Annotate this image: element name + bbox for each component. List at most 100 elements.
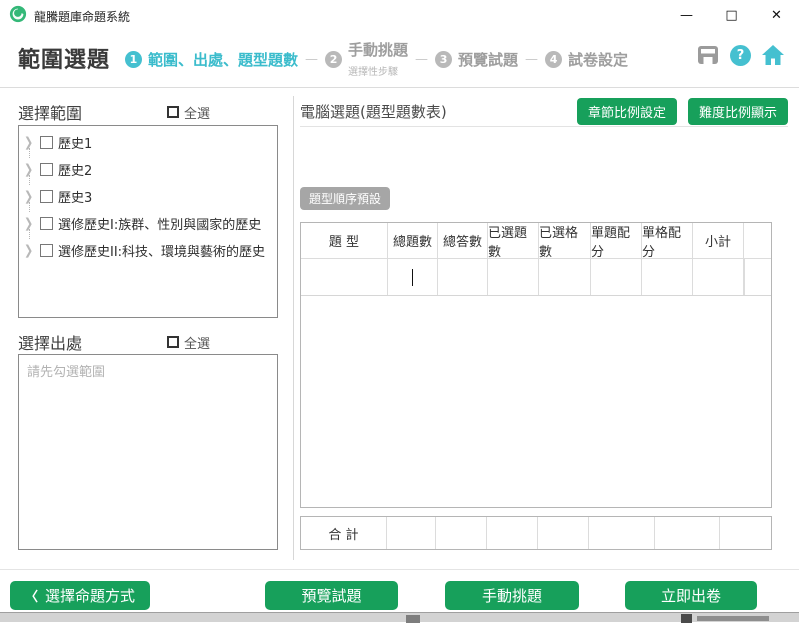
- step-3[interactable]: 3 預覽試題: [435, 49, 518, 70]
- source-select-all-label: 全選: [184, 333, 210, 352]
- col-header-type: 題 型: [301, 223, 388, 258]
- header: 範圍選題 1 範圍、出處、題型題數 — 2 手動挑題 選擇性步驟 — 3 預覽試…: [0, 30, 799, 88]
- step-4-circle: 4: [545, 51, 562, 68]
- step-2-circle: 2: [325, 51, 342, 68]
- step-connector: —: [415, 52, 428, 67]
- tree-item-history2[interactable]: ❯ 歷史2: [24, 156, 277, 183]
- source-select-all-checkbox[interactable]: [167, 336, 179, 348]
- home-icon[interactable]: [761, 43, 785, 67]
- expand-arrow-icon[interactable]: ❯: [24, 243, 35, 259]
- background-window-fragment: [697, 616, 769, 621]
- total-cell: [487, 517, 538, 549]
- preview-exam-button[interactable]: 預覽試題: [265, 581, 398, 610]
- expand-arrow-icon[interactable]: ❯: [24, 135, 35, 151]
- main-title: 電腦選題(題型題數表): [300, 101, 447, 122]
- step-1-circle: 1: [125, 51, 142, 68]
- expand-arrow-icon[interactable]: ❯: [24, 189, 35, 205]
- total-cell: [655, 517, 720, 549]
- chapter-ratio-button[interactable]: 章節比例設定: [577, 98, 677, 125]
- expand-arrow-icon[interactable]: ❯: [24, 162, 35, 178]
- tree-item-history1[interactable]: ❯ 歷史1: [24, 129, 277, 156]
- tree-item-history3[interactable]: ❯ 歷史3: [24, 183, 277, 210]
- range-select-all[interactable]: 全選: [167, 103, 210, 122]
- range-tree: ❯ 歷史1 ❯ 歷史2 ❯ 歷史3 ❯ 選修歷史I:族群、性別與國家的歷史 ❯ …: [18, 125, 278, 318]
- total-cell: [720, 517, 771, 549]
- table-cell[interactable]: [744, 259, 745, 295]
- table-total-row: 合 計: [300, 516, 772, 550]
- step-2-label: 手動挑題: [348, 39, 408, 60]
- tree-checkbox[interactable]: [40, 244, 53, 257]
- table-cell[interactable]: [488, 259, 539, 295]
- background-window-edge: [0, 612, 799, 622]
- tree-checkbox[interactable]: [40, 217, 53, 230]
- generate-exam-button[interactable]: 立即出卷: [625, 581, 757, 610]
- step-1-label: 範圍、出處、題型題數: [148, 49, 298, 70]
- table-cell[interactable]: [642, 259, 693, 295]
- step-3-label: 預覽試題: [458, 49, 518, 70]
- col-header-total-answers: 總答數: [438, 223, 488, 258]
- table-cell[interactable]: [591, 259, 642, 295]
- col-header-extra: [744, 223, 771, 258]
- step-2[interactable]: 2 手動挑題 選擇性步驟: [325, 39, 408, 79]
- tree-item-elective1[interactable]: ❯ 選修歷史I:族群、性別與國家的歷史: [24, 210, 277, 237]
- close-button[interactable]: ✕: [754, 0, 799, 30]
- total-cell: [589, 517, 655, 549]
- app-title: 龍騰題庫命題系統: [34, 8, 130, 25]
- step-3-circle: 3: [435, 51, 452, 68]
- tree-item-elective2[interactable]: ❯ 選修歷史II:科技、環境與藝術的歷史: [24, 237, 277, 264]
- source-select-all[interactable]: 全選: [167, 333, 210, 352]
- step-1[interactable]: 1 範圍、出處、題型題數: [125, 49, 298, 70]
- page-title: 範圍選題: [18, 42, 110, 74]
- maximize-button[interactable]: □: [709, 0, 754, 30]
- table-cell[interactable]: [301, 259, 388, 295]
- step-4-label: 試卷設定: [568, 49, 628, 70]
- title-bar: 龍騰題庫命題系統 — □ ✕: [0, 0, 799, 30]
- footer-bar: 〈 選擇命題方式 預覽試題 手動挑題 立即出卷: [0, 569, 799, 612]
- total-cell: [387, 517, 436, 549]
- table-row: [301, 259, 771, 296]
- expand-arrow-icon[interactable]: ❯: [24, 216, 35, 232]
- question-type-table: 題 型 總題數 總答數 已選題數 已選格數 單題配分 單格配分 小計: [300, 222, 772, 508]
- total-label: 合 計: [301, 517, 387, 549]
- help-icon[interactable]: ?: [730, 45, 751, 66]
- col-header-selected-blanks: 已選格數: [539, 223, 591, 258]
- app-window: 龍騰題庫命題系統 — □ ✕ 範圍選題 1 範圍、出處、題型題數 — 2 手動挑…: [0, 0, 799, 622]
- source-list[interactable]: 請先勾選範圍: [18, 354, 278, 550]
- app-logo-icon: [9, 5, 27, 23]
- type-order-badge[interactable]: 題型順序預設: [300, 187, 390, 210]
- window-controls: — □ ✕: [664, 0, 799, 30]
- range-select-all-checkbox[interactable]: [167, 106, 179, 118]
- difficulty-ratio-button[interactable]: 難度比例顯示: [688, 98, 788, 125]
- source-placeholder: 請先勾選範圍: [27, 365, 105, 380]
- range-section-title: 選擇範圍: [18, 100, 82, 124]
- source-section-title: 選擇出處: [18, 330, 82, 354]
- step-2-sublabel: 選擇性步驟: [348, 67, 398, 78]
- chevron-left-icon: 〈: [25, 586, 38, 605]
- step-4[interactable]: 4 試卷設定: [545, 49, 628, 70]
- col-header-points-per-question: 單題配分: [591, 223, 642, 258]
- col-header-points-per-blank: 單格配分: [642, 223, 693, 258]
- table-cell[interactable]: [539, 259, 591, 295]
- table-header-row: 題 型 總題數 總答數 已選題數 已選格數 單題配分 單格配分 小計: [301, 223, 771, 259]
- range-select-all-label: 全選: [184, 103, 210, 122]
- col-header-total-questions: 總題數: [388, 223, 438, 258]
- total-cell: [436, 517, 487, 549]
- table-cell[interactable]: [693, 259, 744, 295]
- tree-checkbox[interactable]: [40, 163, 53, 176]
- back-to-method-button[interactable]: 〈 選擇命題方式: [10, 581, 150, 610]
- col-header-subtotal: 小計: [693, 223, 744, 258]
- manual-pick-button[interactable]: 手動挑題: [445, 581, 579, 610]
- col-header-selected-questions: 已選題數: [488, 223, 539, 258]
- panel-divider: [293, 96, 294, 560]
- step-indicator: 1 範圍、出處、題型題數 — 2 手動挑題 選擇性步驟 — 3 預覽試題 — 4…: [125, 30, 628, 88]
- save-icon[interactable]: [696, 43, 720, 67]
- step-connector: —: [525, 52, 538, 67]
- minimize-button[interactable]: —: [664, 0, 709, 30]
- tree-checkbox[interactable]: [40, 190, 53, 203]
- tree-checkbox[interactable]: [40, 136, 53, 149]
- main-divider: [300, 126, 788, 127]
- table-cell[interactable]: [438, 259, 488, 295]
- step-connector: —: [305, 52, 318, 67]
- table-cell-focused[interactable]: [388, 259, 438, 295]
- total-cell: [538, 517, 589, 549]
